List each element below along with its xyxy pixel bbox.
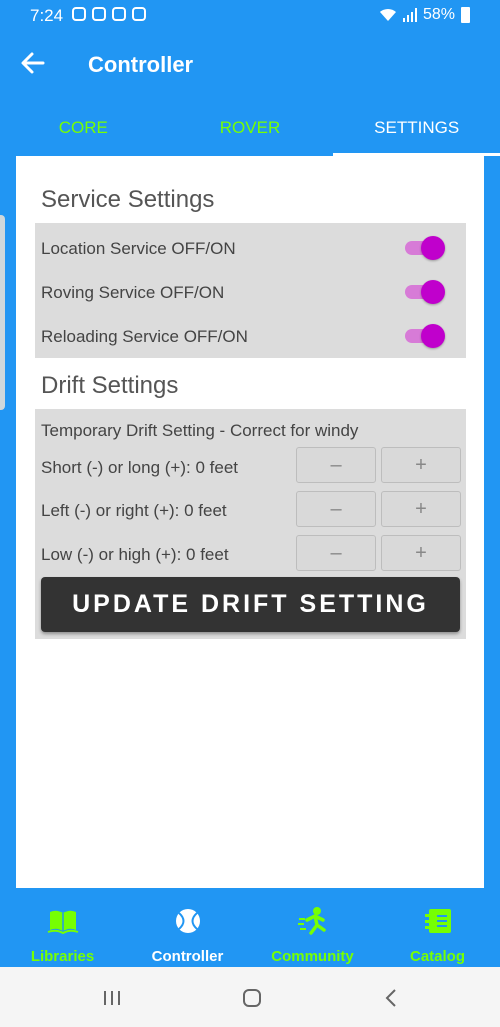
reloading-service-label: Reloading Service OFF/ON [41,327,248,346]
toggle-thumb [421,236,445,260]
tab-core[interactable]: CORE [0,98,167,156]
battery-text: 58% [422,6,455,23]
outlook-icon [132,7,146,21]
nav-label-community: Community [271,948,354,965]
app-bar: Controller [0,30,500,98]
edge-panel-handle[interactable] [0,215,5,410]
nav-item-libraries[interactable]: Libraries [0,888,125,967]
status-time: 7:24 [30,6,64,25]
nav-item-controller[interactable]: Controller [125,888,250,967]
roving-service-toggle[interactable] [405,280,445,304]
recent-apps-icon[interactable] [101,987,123,1009]
left-right-plus-button[interactable]: + [381,491,461,527]
tennis-ball-icon [175,909,200,933]
instagram-icon [92,7,106,21]
bottom-nav: Libraries Controller Community Catalog [0,888,500,967]
status-right: 58% [379,6,470,24]
page-title: Controller [88,52,194,77]
service-settings-title: Service Settings [41,186,215,213]
reloading-service-toggle[interactable] [405,324,445,348]
notification-icons [72,7,146,21]
left-right-minus-button[interactable]: – [296,491,376,527]
drift-settings-title: Drift Settings [41,372,179,399]
catalog-icon [424,909,451,933]
tab-bar: CORE ROVER SETTINGS [0,98,500,156]
battery-icon [461,7,470,23]
drift-subtitle: Temporary Drift Setting - Correct for wi… [41,421,359,440]
outlook-icon [112,7,126,21]
book-icon [47,910,78,935]
low-high-plus-button[interactable]: + [381,535,461,571]
short-long-minus-button[interactable]: – [296,447,376,483]
nav-label-libraries: Libraries [30,948,95,965]
roving-service-label: Roving Service OFF/ON [41,283,225,302]
runner-icon [297,907,326,935]
nav-label-controller: Controller [151,948,224,965]
instagram-icon [72,7,86,21]
location-service-label: Location Service OFF/ON [41,239,236,258]
drift-settings-panel: Temporary Drift Setting - Correct for wi… [35,409,466,639]
tab-rover[interactable]: ROVER [167,98,334,156]
nav-label-catalog: Catalog [409,948,465,965]
nav-item-community[interactable]: Community [250,888,375,967]
wifi-icon [379,8,396,21]
system-back-icon[interactable] [381,987,403,1009]
status-bar: 7:24 58% [0,0,500,30]
back-arrow-icon[interactable] [18,48,48,78]
nav-item-catalog[interactable]: Catalog [375,888,500,967]
low-high-label: Low (-) or high (+): 0 feet [41,545,229,564]
toggle-thumb [421,280,445,304]
short-long-plus-button[interactable]: + [381,447,461,483]
update-drift-setting-button[interactable]: UPDATE DRIFT SETTING [41,577,460,632]
left-right-label: Left (-) or right (+): 0 feet [41,501,227,520]
low-high-minus-button[interactable]: – [296,535,376,571]
location-service-toggle[interactable] [405,236,445,260]
tab-settings[interactable]: SETTINGS [333,98,500,156]
home-icon[interactable] [241,987,263,1009]
service-settings-panel: Location Service OFF/ON Roving Service O… [35,223,466,358]
signal-icon [402,8,417,22]
toggle-thumb [421,324,445,348]
settings-content: Service Settings Location Service OFF/ON… [16,156,484,888]
short-long-label: Short (-) or long (+): 0 feet [41,458,238,477]
system-nav-bar [0,967,500,1027]
